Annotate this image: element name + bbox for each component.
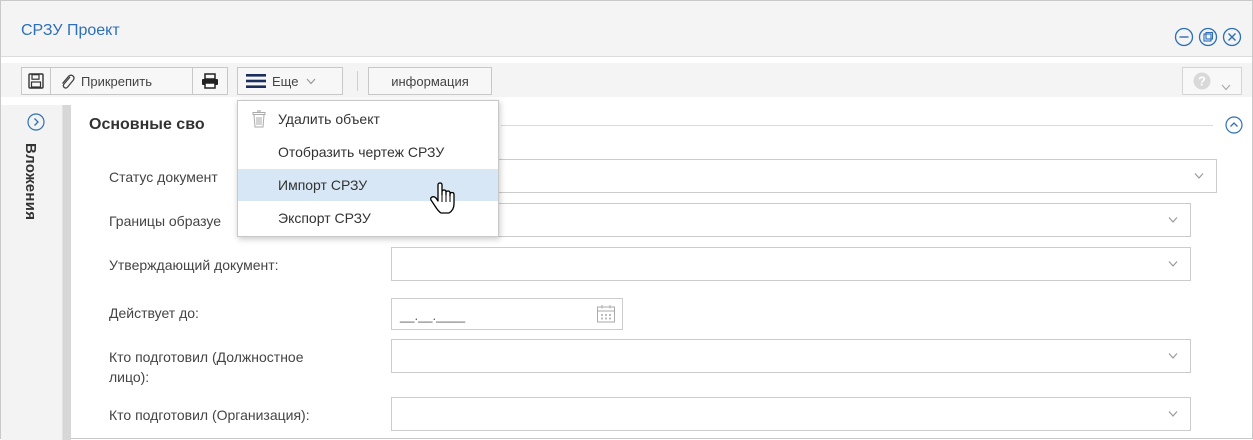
document-window: СРЗУ Проект Прикрепить Еще информация ? … xyxy=(0,0,1253,440)
prepared-person-select[interactable] xyxy=(391,339,1191,373)
prepared-person-label-line1: Кто подготовил (Должностное xyxy=(109,349,304,365)
toolbar-divider xyxy=(357,71,358,91)
menu-item-import[interactable]: Импорт СРЗУ xyxy=(238,169,498,201)
valid-until-date-field[interactable]: __.__.____ xyxy=(391,298,623,330)
window-title: СРЗУ Проект xyxy=(21,22,120,39)
date-mask: __.__.____ xyxy=(400,308,466,323)
title-bar: СРЗУ Проект xyxy=(1,1,1252,57)
sidebar-divider xyxy=(63,105,71,440)
help-button[interactable]: ? xyxy=(1182,67,1242,95)
prepared-org-select[interactable] xyxy=(391,397,1191,431)
info-button[interactable]: информация xyxy=(368,67,492,95)
chevron-down-icon xyxy=(1221,78,1231,94)
chevron-down-icon xyxy=(1168,261,1178,267)
expand-sidebar-icon[interactable] xyxy=(27,113,45,131)
question-icon: ? xyxy=(1193,72,1211,93)
floppy-disk-icon xyxy=(28,73,44,89)
prepared-person-label-line2: лицо): xyxy=(109,369,150,385)
collapse-section-icon[interactable] xyxy=(1225,116,1243,134)
menu-item-show-drawing[interactable]: Отобразить чертеж СРЗУ xyxy=(238,136,498,168)
sidebar-attachments-label[interactable]: Вложения xyxy=(22,143,39,220)
hand-pointer-icon xyxy=(430,182,455,214)
prepared-person-label: Кто подготовил (Должностное лицо): xyxy=(109,347,304,387)
attach-label: Прикрепить xyxy=(81,73,153,89)
attach-button[interactable]: Прикрепить xyxy=(50,67,193,95)
restore-icon[interactable] xyxy=(1198,27,1218,47)
borders-select[interactable] xyxy=(391,203,1191,237)
minimize-icon[interactable] xyxy=(1174,27,1194,47)
menu-item-export[interactable]: Экспорт СРЗУ xyxy=(238,202,498,234)
print-button[interactable] xyxy=(192,67,228,95)
paperclip-icon xyxy=(59,72,75,90)
window-controls xyxy=(1174,27,1242,47)
status-label: Статус документ xyxy=(109,169,218,185)
menu-item-delete-object[interactable]: Удалить объект xyxy=(238,103,498,135)
more-button[interactable]: Еще xyxy=(237,67,343,95)
printer-icon xyxy=(201,73,219,89)
chevron-down-icon xyxy=(306,78,316,85)
chevron-down-icon xyxy=(1168,217,1178,223)
calendar-icon[interactable] xyxy=(596,304,616,324)
approving-document-label: Утверждающий документ: xyxy=(109,257,279,273)
menu-item-label: Импорт СРЗУ xyxy=(278,177,368,193)
toolbar: Прикрепить Еще информация xyxy=(1,63,1252,97)
section-divider xyxy=(501,125,1213,126)
menu-item-label: Экспорт СРЗУ xyxy=(278,210,371,226)
status-select[interactable] xyxy=(391,159,1217,193)
borders-label: Границы образуе xyxy=(109,213,221,229)
save-button[interactable] xyxy=(21,67,51,95)
approving-document-select[interactable] xyxy=(391,247,1191,281)
chevron-down-icon xyxy=(1194,173,1204,179)
section-title: Основные сво xyxy=(89,116,205,133)
menu-item-label: Удалить объект xyxy=(278,111,380,127)
close-icon[interactable] xyxy=(1222,27,1242,47)
valid-until-label: Действует до: xyxy=(109,305,199,321)
chevron-down-icon xyxy=(1168,353,1178,359)
trash-icon xyxy=(252,110,266,128)
menu-icon xyxy=(246,73,266,89)
menu-item-label: Отобразить чертеж СРЗУ xyxy=(278,144,445,160)
more-dropdown-menu: Удалить объект Отобразить чертеж СРЗУ Им… xyxy=(237,100,499,237)
info-label: информация xyxy=(391,73,469,89)
more-label: Еще xyxy=(272,73,299,89)
prepared-org-label: Кто подготовил (Организация): xyxy=(109,407,310,423)
svg-text:?: ? xyxy=(1198,74,1206,89)
chevron-down-icon xyxy=(1168,411,1178,417)
